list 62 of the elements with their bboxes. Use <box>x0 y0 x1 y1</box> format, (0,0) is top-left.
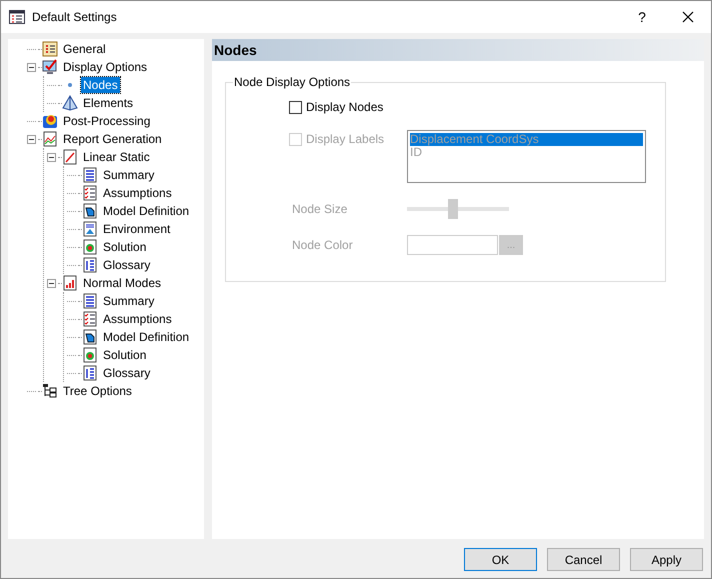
checklist-icon <box>82 311 98 327</box>
tree-item[interactable]: Glossary <box>101 257 152 273</box>
line-chart-icon <box>62 149 78 165</box>
tree-item[interactable]: Summary <box>101 167 156 183</box>
tree-item[interactable]: Solution <box>101 347 148 363</box>
collapse-toggle[interactable] <box>46 278 56 288</box>
checklist-icon <box>42 41 58 57</box>
tree-item[interactable]: Model Definition <box>101 329 192 345</box>
document-icon <box>82 293 98 309</box>
tree-item[interactable]: Display Options <box>61 59 150 75</box>
collapse-toggle[interactable] <box>26 62 36 72</box>
minus-icon <box>48 280 54 286</box>
close-icon <box>682 11 694 23</box>
minus-icon <box>28 64 34 70</box>
solution-icon <box>82 347 98 363</box>
tree-item[interactable]: Model Definition <box>101 203 192 219</box>
checkbox-label: Display Nodes <box>306 99 384 116</box>
checkbox-label: Display Labels <box>306 131 384 148</box>
chart-icon <box>42 131 58 147</box>
node-color-label: Node Color <box>292 237 354 254</box>
dialog-button[interactable]: Cancel <box>547 548 620 571</box>
tree-item[interactable]: Assumptions <box>101 311 174 327</box>
list-icon <box>82 365 98 381</box>
tree-item[interactable]: Solution <box>101 239 148 255</box>
tree-item[interactable]: Summary <box>101 293 156 309</box>
tree-item[interactable]: General <box>61 41 108 57</box>
checkbox[interactable] <box>289 100 302 114</box>
tree-item[interactable]: Post-Processing <box>61 113 152 129</box>
tree-item[interactable]: Tree Options <box>61 383 134 399</box>
tree-item[interactable]: Report Generation <box>61 131 164 147</box>
tree-item[interactable]: Elements <box>81 95 136 111</box>
dialog-button[interactable]: OK <box>464 548 537 571</box>
dialog-button[interactable]: Apply <box>630 548 703 571</box>
collapse-toggle[interactable] <box>46 152 56 162</box>
tree-item[interactable]: Nodes <box>81 77 120 93</box>
contour-icon <box>42 113 58 129</box>
model-icon <box>82 329 98 345</box>
bar-chart-icon <box>62 275 78 291</box>
checklist-icon <box>82 185 98 201</box>
minus-icon <box>48 154 54 160</box>
collapse-toggle[interactable] <box>26 134 36 144</box>
tree-item[interactable]: Linear Static <box>81 149 152 165</box>
help-button[interactable]: ? <box>619 2 665 32</box>
list-icon <box>82 257 98 273</box>
solution-icon <box>82 239 98 255</box>
window-title: Default Settings <box>32 9 117 26</box>
minus-icon <box>28 136 34 142</box>
tree-item[interactable]: Assumptions <box>101 185 174 201</box>
monitor-icon <box>42 59 58 75</box>
tree-item[interactable]: Normal Modes <box>81 275 164 291</box>
pyramid-icon <box>62 95 78 111</box>
model-icon <box>82 203 98 219</box>
group-title: Node Display Options <box>233 75 352 89</box>
settings-list-icon <box>9 9 25 25</box>
color-field[interactable] <box>407 235 498 255</box>
node-size-label: Node Size <box>292 201 348 218</box>
tree-icon <box>42 383 58 399</box>
tree-item[interactable]: Environment <box>101 221 172 237</box>
tree-item[interactable]: Glossary <box>101 365 152 381</box>
document-icon <box>82 167 98 183</box>
environment-icon <box>82 221 98 237</box>
slider-thumb[interactable] <box>448 199 458 219</box>
